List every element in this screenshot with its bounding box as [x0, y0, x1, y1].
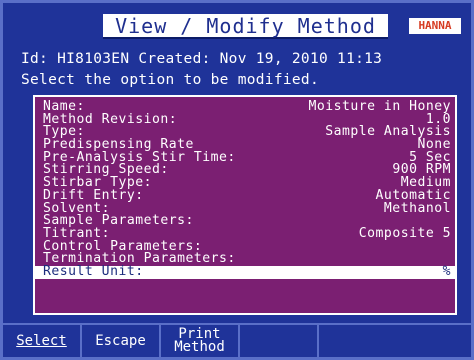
option-value: %	[442, 263, 451, 279]
function-key-bar: Select Escape Print Method	[3, 323, 471, 357]
method-id-line: Id: HI8103EN Created: Nov 19, 2010 11:13	[21, 51, 383, 67]
select-button-label: Select	[16, 332, 67, 349]
option-label: Result Unit:	[43, 263, 144, 279]
option-value: Composite 5	[358, 225, 451, 241]
print-method-button[interactable]: Print Method	[161, 325, 240, 357]
method-options-list: Name: Moisture in Honey Method Revision: 1…	[33, 95, 457, 315]
empty-function-key-5[interactable]	[319, 325, 471, 357]
page-title: View / Modify Method	[103, 14, 388, 39]
print-label-line2: Method	[174, 339, 225, 355]
brand-logo: HANNA	[409, 18, 461, 34]
option-value: Methanol	[383, 200, 451, 216]
option-row-result-unit[interactable]: Result Unit:%	[35, 263, 455, 279]
title-bar: View / Modify Method HANNA	[3, 11, 471, 41]
escape-button-label: Escape	[95, 332, 146, 349]
instruction-text: Select the option to be modified.	[21, 72, 319, 88]
select-button[interactable]: Select	[3, 325, 82, 357]
empty-function-key-4[interactable]	[240, 325, 319, 357]
instrument-screen: View / Modify Method HANNA Id: HI8103EN …	[0, 0, 474, 360]
escape-button[interactable]: Escape	[82, 325, 161, 357]
print-method-button-label: Print Method	[174, 327, 225, 355]
